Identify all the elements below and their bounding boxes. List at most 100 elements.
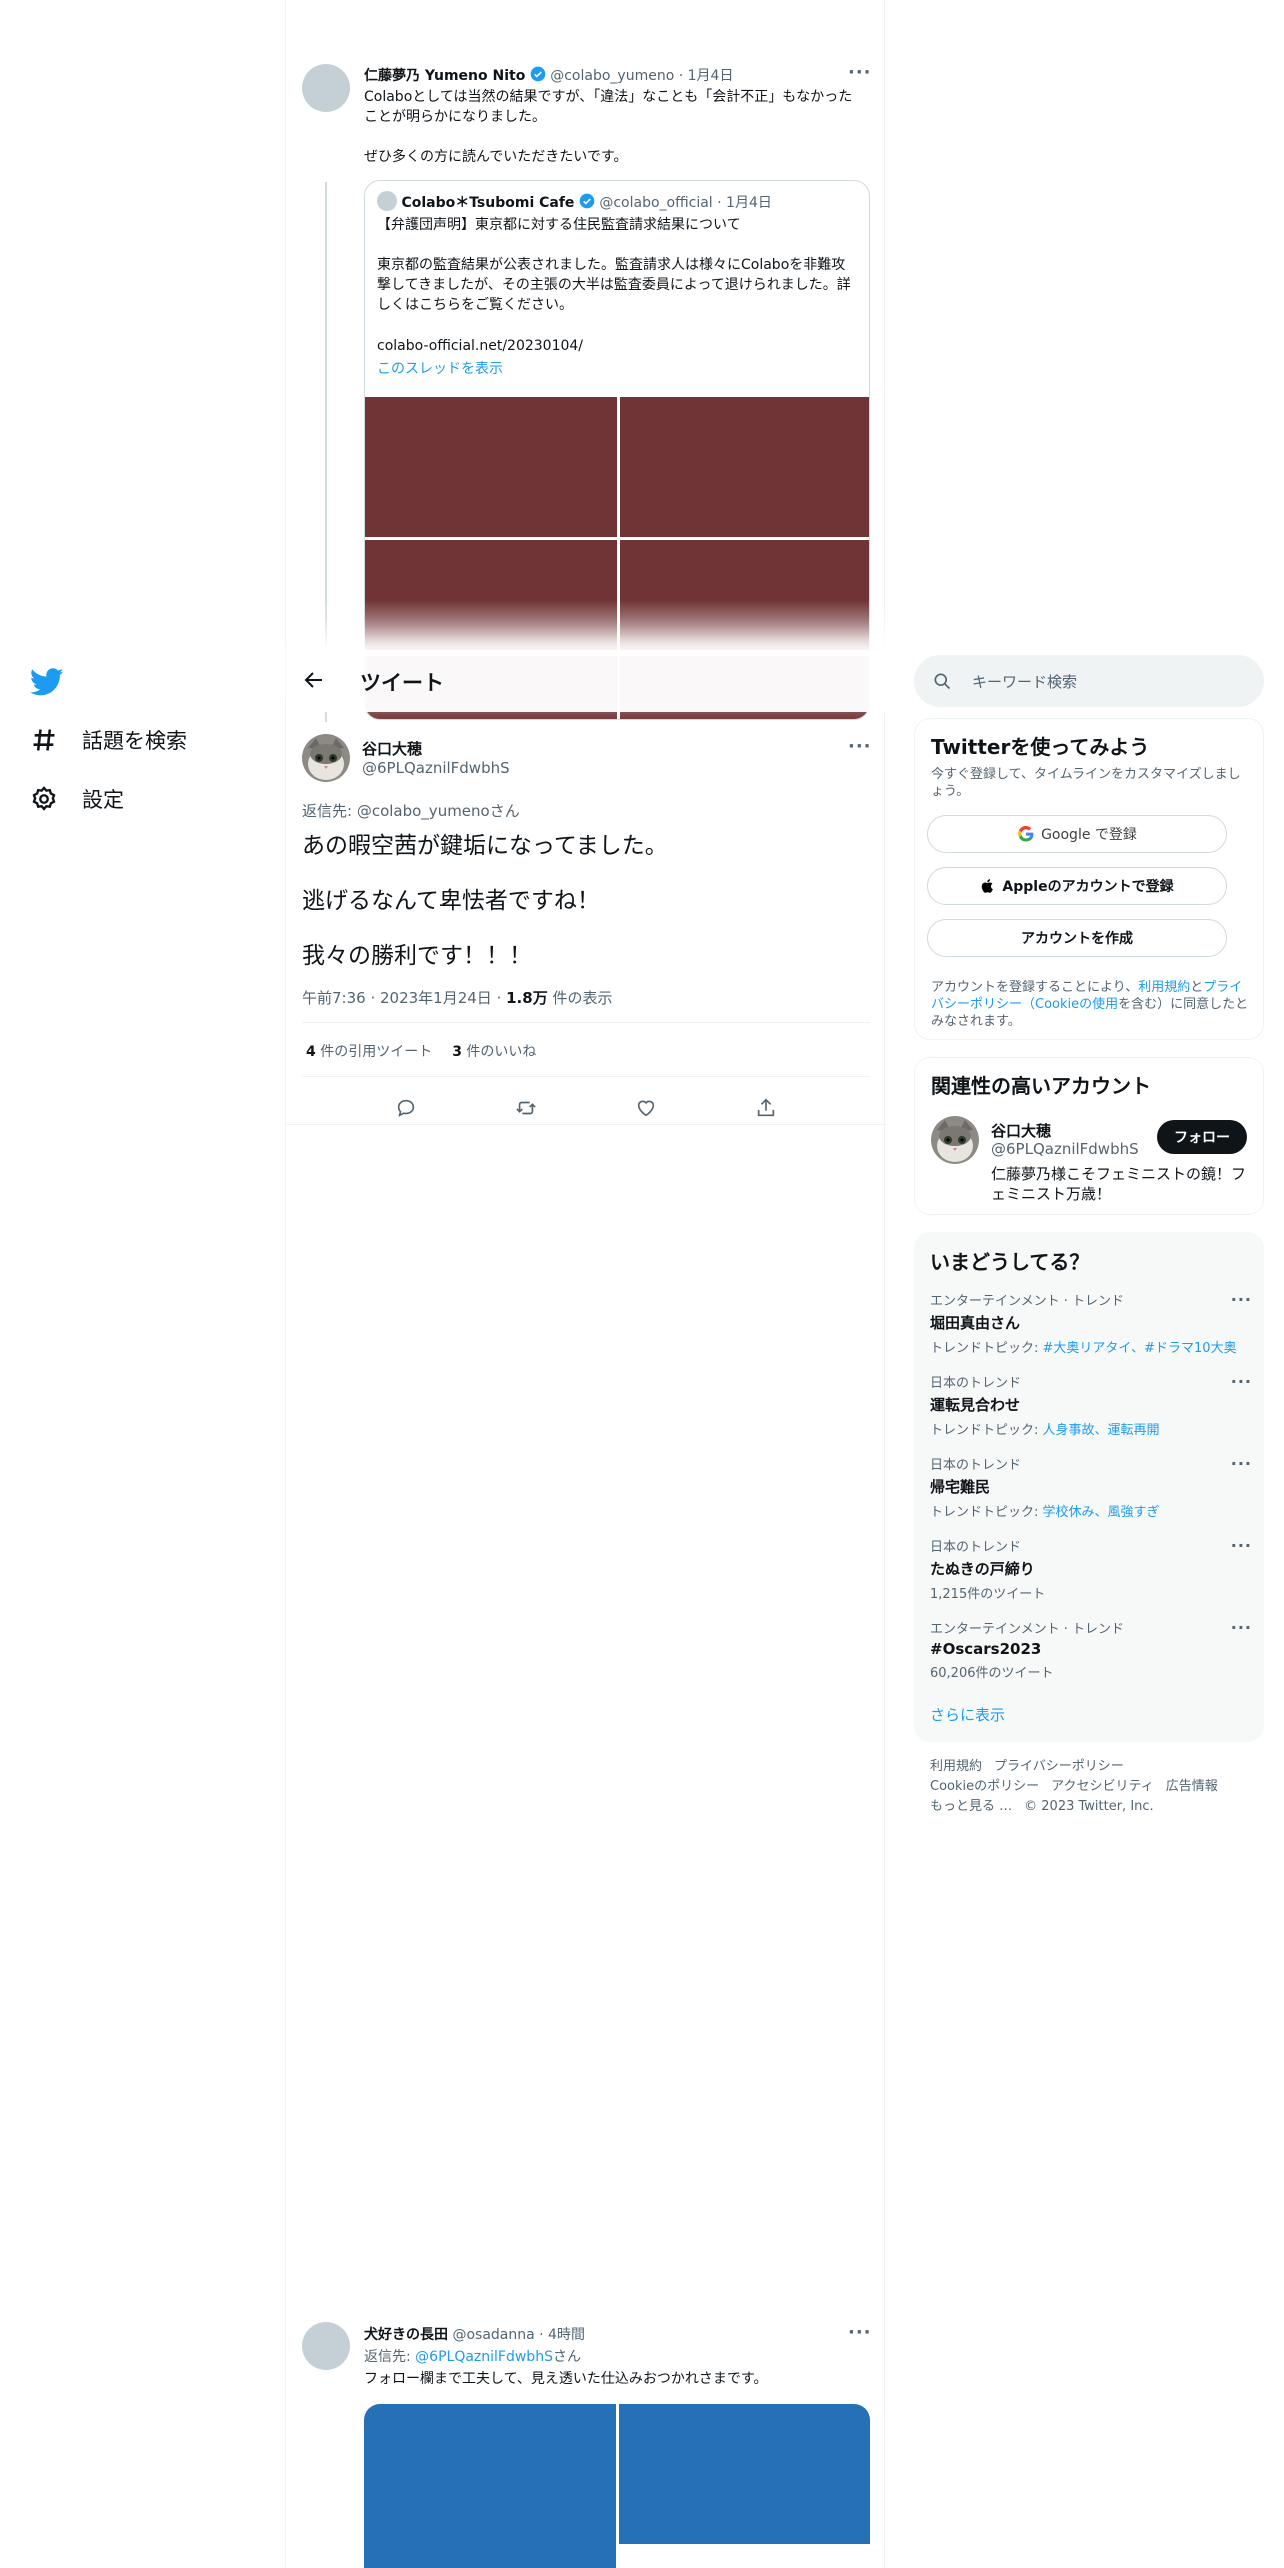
likes-stat[interactable]: 3 件のいいね [452, 1041, 536, 1061]
nav-settings[interactable]: 設定 [30, 784, 124, 814]
google-icon [1018, 825, 1034, 842]
legal-text: アカウントを登録することにより、 [931, 980, 1139, 995]
reply-icon[interactable] [395, 1097, 417, 1119]
gear-icon [32, 786, 56, 811]
apple-signup-button[interactable]: Appleのアカウントで登録 [927, 867, 1227, 905]
related-handle[interactable]: @6PLQaznilFdwbhS [991, 1140, 1139, 1158]
quotes-label: 件の引用ツイート [315, 1044, 433, 1060]
terms-link[interactable]: 利用規約 [1138, 980, 1190, 995]
tweet-text-line-2: 逃げるなんて卑怯者ですね！ [302, 888, 600, 914]
separator-dot: · [678, 68, 684, 84]
reply-handle-link[interactable]: @6PLQaznilFdwbhS [415, 2349, 553, 2365]
search-box[interactable]: キーワード検索 [914, 655, 1264, 707]
trend-name: #Oscars2023 [930, 1640, 1042, 1658]
more-options-icon[interactable]: ··· [1231, 1618, 1252, 1637]
avatar[interactable] [302, 734, 350, 782]
quote-tweets-stat[interactable]: 4 件の引用ツイート [306, 1041, 432, 1061]
signup-subtitle: 今すぐ登録して、タイムラインをカスタマイズしましょう。 [931, 767, 1241, 799]
trend-name: 帰宅難民 [930, 1478, 991, 1496]
trends-title: いまどうしてる？ [930, 1250, 1090, 1274]
reply-to: 返信先: @colabo_yumenoさん [302, 800, 520, 821]
legal-text: と [1190, 980, 1204, 995]
trend-name: 堀田真由さん [930, 1314, 1021, 1332]
search-icon [934, 673, 951, 690]
trend-detail-prefix: トレンドトピック: [930, 1423, 1043, 1438]
author-name[interactable]: 犬好きの長田 [364, 2327, 448, 2343]
more-options-icon[interactable]: ··· [848, 736, 872, 757]
tweet-date[interactable]: 2023年1月24日 [380, 989, 492, 1007]
more-options-icon[interactable]: ··· [848, 2322, 872, 2343]
tweet-time[interactable]: 1月4日 [688, 68, 734, 84]
reply-handle-link[interactable]: @colabo_yumeno [357, 802, 490, 820]
quote-time: 1月4日 [726, 195, 772, 211]
trend-item[interactable]: 日本のトレンド たぬきの戸締り 1,215件のツイート ··· [930, 1536, 1252, 1602]
related-name[interactable]: 谷口大穂 [991, 1120, 1051, 1141]
verified-badge-icon [579, 193, 595, 209]
reply-prefix: 返信先: [302, 802, 357, 820]
quote-author-name: Colabo＊Tsubomi Cafe [401, 195, 575, 211]
apple-signup-label: Appleのアカウントで登録 [1002, 879, 1174, 895]
trends-card: いまどうしてる？ エンターテインメント · トレンド 堀田真由さん トレンドトピ… [914, 1232, 1264, 1742]
like-heart-icon[interactable] [635, 1097, 657, 1119]
footer-copyright: © 2023 Twitter, Inc. [1024, 1799, 1154, 1814]
trend-category: エンターテインメント · トレンド [930, 1622, 1125, 1637]
author-name[interactable]: 仁藤夢乃 Yumeno Nito [364, 68, 525, 84]
avatar[interactable] [302, 2322, 350, 2370]
trend-topic-links[interactable]: 人身事故、運転再開 [1043, 1423, 1160, 1438]
cat-avatar-icon [302, 734, 350, 782]
reply-prefix: 返信先: [364, 2349, 416, 2365]
trend-item[interactable]: エンターテインメント · トレンド #Oscars2023 60,206件のツイ… [930, 1618, 1252, 1681]
reply-image[interactable] [364, 2404, 616, 2568]
tweet-time[interactable]: 4時間 [548, 2327, 585, 2343]
quote-line-2: 東京都の監査結果が公表されました。監査請求人は様々にColaboを非難攻撃してき… [377, 257, 851, 313]
trend-topic-links[interactable]: #大奥リアタイ、#ドラマ10大奥 [1043, 1341, 1237, 1356]
more-options-icon[interactable]: ··· [1231, 1536, 1252, 1555]
google-signup-button[interactable]: Google で登録 [927, 815, 1227, 853]
trend-name: たぬきの戸締り [930, 1560, 1035, 1578]
likes-label: 件のいいね [461, 1044, 537, 1060]
trend-category: エンターテインメント · トレンド [930, 1294, 1125, 1309]
avatar[interactable] [931, 1116, 979, 1164]
trend-item[interactable]: エンターテインメント · トレンド 堀田真由さん トレンドトピック: #大奥リア… [930, 1290, 1252, 1356]
footer-more-link[interactable]: もっと見る … [930, 1799, 1012, 1814]
more-options-icon[interactable]: ··· [848, 62, 872, 83]
related-title: 関連性の高いアカウント [931, 1074, 1151, 1098]
trend-item[interactable]: 日本のトレンド 帰宅難民 トレンドトピック: 学校休み、風強すぎ ··· [930, 1454, 1252, 1520]
follow-button[interactable]: フォロー [1157, 1120, 1247, 1154]
footer-terms-link[interactable]: 利用規約 [930, 1759, 982, 1774]
back-arrow-icon[interactable] [302, 668, 326, 692]
author-handle[interactable]: @6PLQaznilFdwbhS [362, 759, 510, 777]
trend-topic-links[interactable]: 学校休み、風強すぎ [1043, 1505, 1160, 1520]
trend-item[interactable]: 日本のトレンド 運転見合わせ トレンドトピック: 人身事故、運転再開 ··· [930, 1372, 1252, 1438]
tweet-time[interactable]: 午前7:36 [302, 989, 366, 1007]
more-options-icon[interactable]: ··· [1231, 1290, 1252, 1309]
nav-settings-label: 設定 [82, 788, 124, 812]
footer-accessibility-link[interactable]: アクセシビリティ [1051, 1779, 1154, 1794]
footer-cookie-link[interactable]: Cookieのポリシー [930, 1779, 1039, 1794]
quote-image[interactable] [619, 397, 869, 537]
divider [302, 1022, 870, 1023]
reply-image-grid[interactable] [364, 2404, 870, 2568]
author-handle[interactable]: @osadanna [452, 2327, 534, 2343]
reply-image[interactable] [618, 2404, 870, 2544]
quote-image[interactable] [365, 397, 617, 537]
show-thread-link[interactable]: このスレッドを表示 [377, 359, 503, 379]
footer-ads-link[interactable]: 広告情報 [1166, 1779, 1218, 1794]
trend-detail-prefix: トレンドトピック: [930, 1505, 1043, 1520]
avatar[interactable] [302, 64, 350, 112]
create-account-button[interactable]: アカウントを作成 [927, 919, 1227, 957]
author-name[interactable]: 谷口大穂 [362, 738, 422, 759]
retweet-icon[interactable] [515, 1097, 537, 1119]
tweet-text: Colaboとしては当然の結果ですが、「違法」なことも「会計不正」もなかったこと… [364, 89, 853, 125]
more-options-icon[interactable]: ··· [1231, 1372, 1252, 1391]
show-more-link[interactable]: さらに表示 [930, 1704, 1005, 1725]
more-options-icon[interactable]: ··· [1231, 1454, 1252, 1473]
share-icon[interactable] [755, 1097, 777, 1119]
tweet-stats: 4 件の引用ツイート 3 件のいいね [306, 1041, 536, 1061]
footer-privacy-link[interactable]: プライバシーポリシー [994, 1759, 1124, 1774]
author-handle[interactable]: @colabo_yumeno [550, 68, 674, 84]
sidebar: キーワード検索 Twitterを使ってみよう 今すぐ登録して、タイムラインをカス… [914, 0, 1264, 2568]
nav-explore[interactable]: 話題を検索 [30, 725, 187, 755]
quote-link[interactable]: colabo-official.net/20230104/ [377, 336, 583, 356]
twitter-logo-icon[interactable] [30, 665, 64, 699]
